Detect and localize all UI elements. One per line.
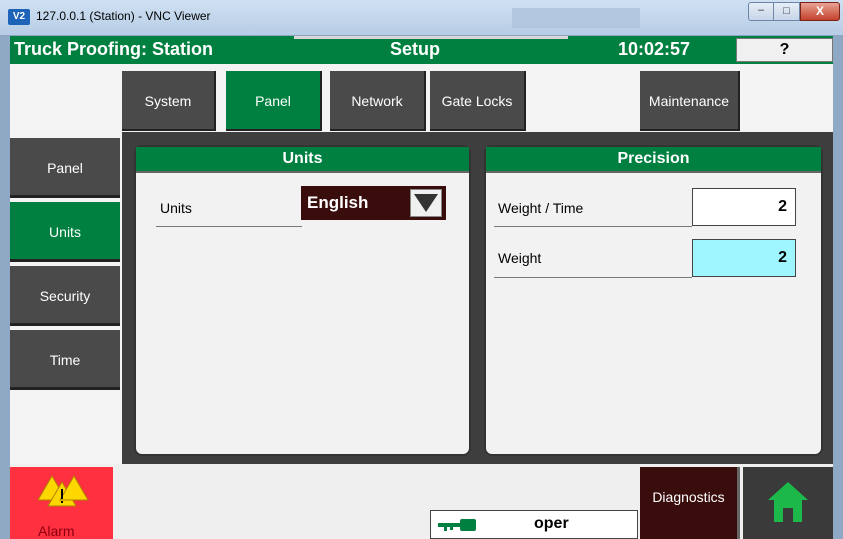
units-panel-title: Units (136, 147, 469, 173)
sidebar-item-panel[interactable]: Panel (10, 138, 120, 198)
chevron-down-icon (414, 194, 438, 212)
clock: 10:02:57 (618, 39, 691, 59)
weight-time-precision-input[interactable]: 2 (692, 188, 796, 226)
window-title: 127.0.0.1 (Station) - VNC Viewer (36, 9, 211, 23)
tab-gate-locks[interactable]: Gate Locks (430, 71, 526, 131)
tab-system[interactable]: System (122, 71, 216, 131)
alarm-label: Alarm (38, 523, 75, 539)
minimize-button[interactable]: – (748, 2, 774, 21)
sidebar-item-time[interactable]: Time (10, 330, 120, 390)
weight-precision-input[interactable]: 2 (692, 239, 796, 277)
blurred-tab-area (512, 8, 640, 28)
units-label-underline (156, 226, 302, 227)
hmi-app: Truck Proofing: Station Setup 10:02:57 ?… (10, 36, 833, 539)
weight-label: Weight (498, 250, 542, 266)
vnc-app-icon: V2 (8, 9, 30, 25)
weight-underline (494, 277, 692, 278)
app-title: Truck Proofing: Station (14, 39, 214, 59)
warning-icon (38, 475, 89, 507)
close-button[interactable]: X (800, 2, 840, 21)
units-label: Units (160, 200, 192, 216)
key-icon (438, 519, 476, 531)
home-icon (768, 482, 808, 522)
diagnostics-button[interactable]: Diagnostics (640, 467, 740, 539)
sidebar-item-units[interactable]: Units (10, 202, 120, 262)
weight-time-label: Weight / Time (498, 200, 584, 216)
maximize-button[interactable]: □ (774, 2, 800, 21)
sidebar-item-security[interactable]: Security (10, 266, 120, 326)
screen-title: Setup (390, 39, 441, 59)
tab-maintenance[interactable]: Maintenance (640, 71, 740, 131)
precision-panel-title: Precision (486, 147, 821, 173)
weight-time-underline (494, 226, 692, 227)
help-button[interactable]: ? (736, 38, 833, 62)
tab-network[interactable]: Network (330, 71, 426, 131)
tab-panel[interactable]: Panel (226, 71, 322, 131)
current-user: oper (534, 515, 569, 532)
